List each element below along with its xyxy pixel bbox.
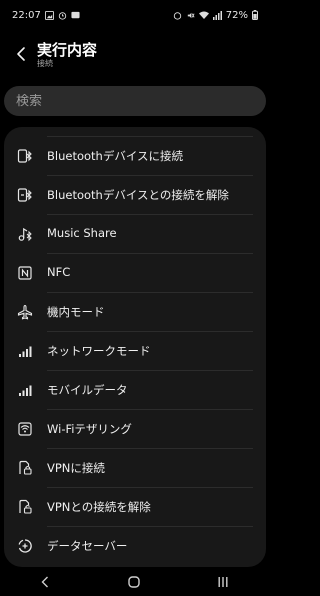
list-item-bluetooth-disconnect[interactable]: Bluetoothデバイスとの接続を解除	[4, 176, 266, 215]
cell-signal-icon	[212, 10, 222, 20]
item-label: Bluetoothデバイスに接続	[47, 149, 183, 163]
nfc-icon	[16, 264, 34, 282]
bluetooth-disconnect-icon	[16, 186, 34, 204]
navigation-bar	[0, 568, 268, 596]
list-item-music-share[interactable]: Music Share	[4, 215, 266, 254]
status-time: 22:07	[12, 9, 41, 21]
item-label: ネットワークモード	[47, 344, 151, 358]
battery-icon	[252, 10, 258, 20]
item-label: Music Share	[47, 226, 117, 240]
item-label: Wi-Fiテザリング	[47, 422, 132, 436]
back-button[interactable]	[12, 43, 30, 65]
list-item-nfc[interactable]: NFC	[4, 254, 266, 293]
list-item-airplane-mode[interactable]: 機内モード	[4, 293, 266, 332]
action-list: Bluetoothデバイスに接続 Bluetoothデバイスとの接続を解除 Mu…	[4, 127, 266, 567]
item-label: VPNとの接続を解除	[47, 500, 151, 514]
nav-home-button[interactable]	[114, 571, 154, 593]
item-label: VPNに接続	[47, 461, 105, 475]
status-left: 22:07	[12, 10, 80, 21]
list-item-network-mode[interactable]: ネットワークモード	[4, 332, 266, 371]
item-label: モバイルデータ	[47, 383, 128, 397]
nav-recents-button[interactable]	[203, 571, 243, 593]
wifi-icon	[198, 11, 209, 20]
gallery-icon	[44, 10, 54, 20]
item-label: データセーバー	[47, 539, 128, 553]
list-item-vpn-disconnect[interactable]: VPNとの接続を解除	[4, 488, 266, 527]
list-item-data-saver[interactable]: データセーバー	[4, 527, 266, 566]
nav-back-button[interactable]	[25, 571, 65, 593]
mute-icon	[186, 11, 195, 20]
page-subtitle: 接続	[37, 59, 53, 68]
status-right: 72%	[173, 10, 258, 21]
hotspot-icon	[16, 420, 34, 438]
search-input[interactable]	[16, 93, 236, 109]
item-label: Bluetoothデバイスとの接続を解除	[47, 188, 229, 202]
list-item-wifi-tethering[interactable]: Wi-Fiテザリング	[4, 410, 266, 449]
signal-bars-icon	[16, 342, 34, 360]
airplane-icon	[16, 303, 34, 321]
list-item-vpn-connect[interactable]: VPNに接続	[4, 449, 266, 488]
message-icon	[71, 11, 80, 20]
alarm-status-icon	[173, 11, 182, 20]
vpn-connect-icon	[16, 459, 34, 477]
vpn-disconnect-icon	[16, 498, 34, 516]
item-label: NFC	[47, 265, 71, 279]
list-item-bluetooth-connect[interactable]: Bluetoothデバイスに接続	[4, 137, 266, 176]
search-bar[interactable]	[4, 86, 266, 116]
alarm-icon	[58, 11, 67, 20]
signal-bars-icon	[16, 381, 34, 399]
battery-percent: 72%	[225, 9, 248, 21]
page-title: 実行内容	[37, 41, 98, 59]
status-bar: 22:07 72%	[0, 0, 268, 30]
list-item-mobile-data[interactable]: モバイルデータ	[4, 371, 266, 410]
item-label: 機内モード	[47, 305, 105, 319]
data-saver-icon	[16, 537, 34, 555]
music-share-icon	[16, 225, 34, 243]
bluetooth-connect-icon	[16, 147, 34, 165]
header: 実行内容 接続	[0, 34, 268, 74]
